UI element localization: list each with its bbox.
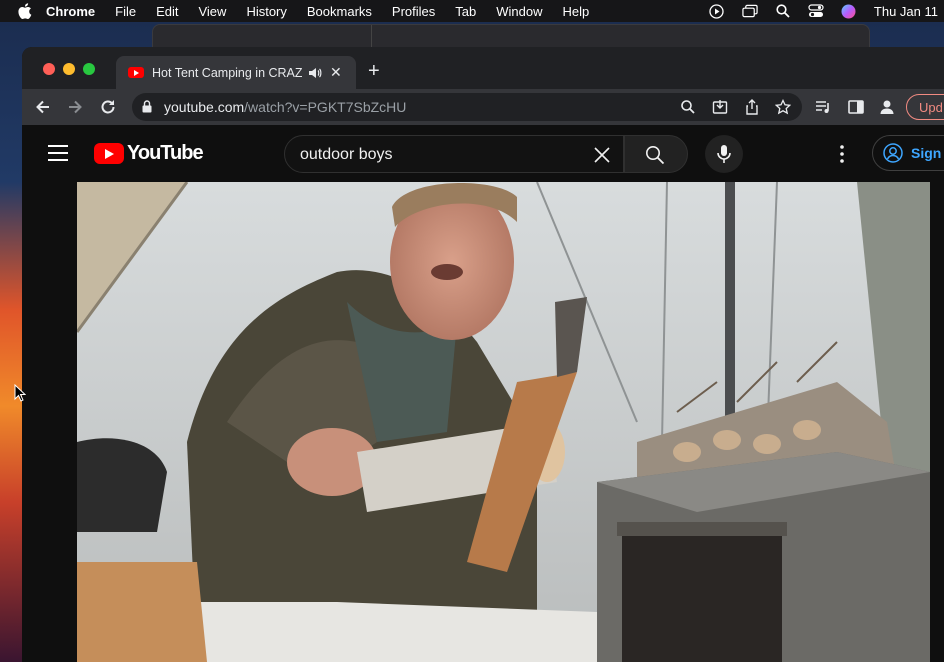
search-icon <box>646 146 665 165</box>
youtube-favicon <box>128 67 144 78</box>
search-button[interactable] <box>624 135 688 173</box>
tab-strip: Hot Tent Camping in CRAZ ✕ + <box>22 47 944 89</box>
share-icon[interactable] <box>744 99 760 115</box>
forward-icon[interactable] <box>66 98 84 116</box>
menu-bookmarks[interactable]: Bookmarks <box>307 4 372 19</box>
windows-icon[interactable] <box>742 4 758 18</box>
update-button[interactable]: Upd <box>906 94 944 120</box>
video-frame <box>77 182 930 662</box>
youtube-logo-icon <box>94 143 124 164</box>
url-text[interactable]: youtube.com/watch?v=PGKT7SbZcHU <box>164 99 406 115</box>
search-icon[interactable] <box>775 4 791 18</box>
menu-icon[interactable] <box>48 145 68 161</box>
voice-search-button[interactable] <box>705 135 743 173</box>
tab-close-button[interactable]: ✕ <box>330 64 342 81</box>
menu-clock[interactable]: Thu Jan 11 <box>874 4 938 19</box>
toolbar: youtube.com/watch?v=PGKT7SbZcHU Upd <box>22 89 944 125</box>
menu-profiles[interactable]: Profiles <box>392 4 435 19</box>
sign-in-label: Sign i <box>911 145 944 161</box>
account-icon <box>883 143 903 163</box>
back-icon[interactable] <box>34 98 52 116</box>
address-bar[interactable]: youtube.com/watch?v=PGKT7SbZcHU <box>132 93 802 121</box>
apple-icon[interactable] <box>18 3 32 19</box>
youtube-page: YouTube outdoor boys Sign i <box>22 125 944 662</box>
reload-icon[interactable] <box>99 98 117 116</box>
star-icon[interactable] <box>775 99 791 115</box>
youtube-logo-text: YouTube <box>127 142 204 164</box>
chrome-window: Hot Tent Camping in CRAZ ✕ + youtube.com… <box>22 47 944 662</box>
menu-edit[interactable]: Edit <box>156 4 178 19</box>
mic-icon <box>717 145 731 163</box>
sign-in-button[interactable]: Sign i <box>872 135 944 171</box>
tab-active[interactable]: Hot Tent Camping in CRAZ ✕ <box>116 56 356 89</box>
search-value[interactable]: outdoor boys <box>300 146 393 164</box>
video-player[interactable] <box>77 182 930 662</box>
play-circle-icon[interactable] <box>709 3 725 19</box>
search-input[interactable]: outdoor boys <box>284 135 624 173</box>
speaker-icon[interactable] <box>308 67 322 79</box>
menu-help[interactable]: Help <box>563 4 590 19</box>
youtube-logo[interactable]: YouTube <box>94 142 204 165</box>
zoom-icon[interactable] <box>680 99 696 115</box>
menu-app-chrome[interactable]: Chrome <box>46 4 95 19</box>
clear-icon[interactable] <box>593 146 611 164</box>
more-icon[interactable] <box>840 145 844 163</box>
sidepanel-icon[interactable] <box>848 99 864 115</box>
zoom-window-button[interactable] <box>83 63 95 75</box>
control-center-icon[interactable] <box>808 4 824 18</box>
new-tab-button[interactable]: + <box>368 61 380 81</box>
tab-title: Hot Tent Camping in CRAZ <box>152 65 302 80</box>
menu-bar: Chrome File Edit View History Bookmarks … <box>0 0 944 22</box>
menu-file[interactable]: File <box>115 4 136 19</box>
close-window-button[interactable] <box>43 63 55 75</box>
profile-icon[interactable] <box>879 99 895 115</box>
menu-view[interactable]: View <box>198 4 226 19</box>
cursor-icon <box>14 384 26 402</box>
menu-history[interactable]: History <box>246 4 286 19</box>
menu-window[interactable]: Window <box>496 4 542 19</box>
install-icon[interactable] <box>712 99 728 115</box>
lock-icon[interactable] <box>142 100 152 113</box>
menu-tab[interactable]: Tab <box>455 4 476 19</box>
minimize-window-button[interactable] <box>63 63 75 75</box>
siri-icon[interactable] <box>841 4 857 18</box>
media-icon[interactable] <box>815 99 831 115</box>
